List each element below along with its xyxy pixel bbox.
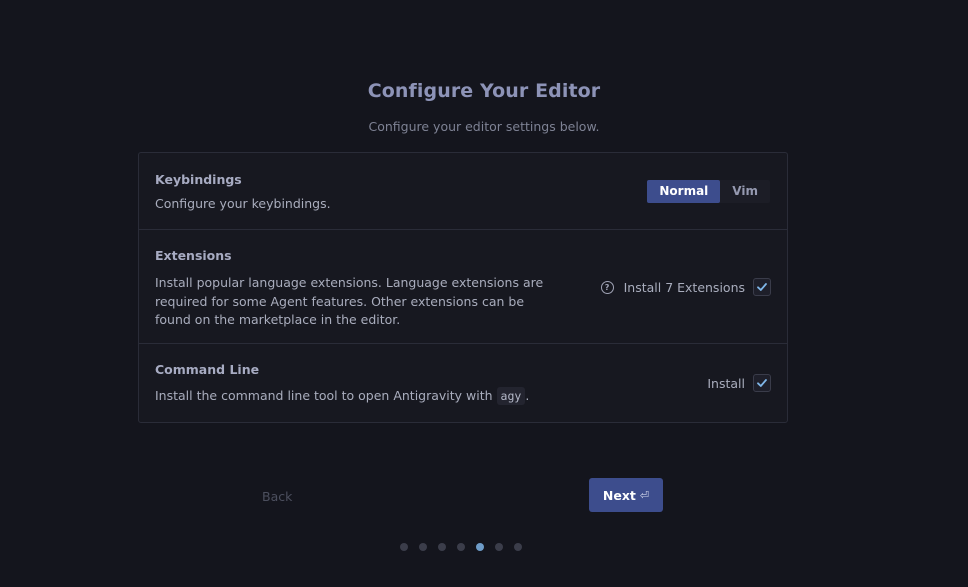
- step-dot[interactable]: [438, 543, 446, 551]
- next-button-label: Next: [602, 487, 636, 503]
- command-line-description: Install the command line tool to open An…: [155, 387, 529, 406]
- step-dot[interactable]: [476, 543, 484, 551]
- setup-page: Configure Your Editor Configure your edi…: [0, 0, 968, 587]
- step-indicator: [400, 543, 522, 551]
- command-line-description-suffix: .: [525, 388, 530, 403]
- checkmark-icon: [757, 283, 767, 291]
- command-line-option: Install: [707, 374, 771, 392]
- keybindings-toggle: Normal Vim: [647, 180, 770, 203]
- settings-card: Keybindings Configure your keybindings. …: [138, 152, 788, 423]
- extensions-row: Extensions Install popular language exte…: [139, 230, 787, 344]
- keybinding-option-normal[interactable]: Normal: [647, 180, 721, 203]
- extensions-option-label: Install 7 Extensions: [623, 279, 745, 295]
- extensions-description-line: Install popular language extensions. Lan…: [155, 275, 544, 290]
- command-code: agy: [496, 387, 526, 405]
- step-dot[interactable]: [495, 543, 503, 551]
- keybindings-row: Keybindings Configure your keybindings. …: [139, 153, 787, 230]
- extensions-description-line: found on the marketplace in the editor.: [155, 312, 401, 327]
- keybindings-title: Keybindings: [155, 172, 242, 187]
- command-line-option-label: Install: [707, 375, 745, 391]
- keybindings-description: Configure your keybindings.: [155, 196, 331, 211]
- step-dot[interactable]: [419, 543, 427, 551]
- extensions-title: Extensions: [155, 248, 232, 263]
- command-line-description-text: Install the command line tool to open An…: [155, 388, 493, 403]
- page-subtitle: Configure your editor settings below.: [368, 119, 600, 134]
- enter-icon: ⏎: [639, 488, 650, 502]
- help-circle-icon[interactable]: ?: [600, 280, 614, 294]
- keybinding-option-vim[interactable]: Vim: [720, 180, 770, 203]
- command-line-row: Command Line Install the command line to…: [139, 344, 787, 422]
- checkmark-icon: [757, 379, 767, 387]
- page-title: Configure Your Editor: [367, 80, 601, 102]
- extensions-option: ? Install 7 Extensions: [600, 278, 771, 296]
- step-dot[interactable]: [514, 543, 522, 551]
- command-line-checkbox[interactable]: [753, 374, 771, 392]
- extensions-checkbox[interactable]: [753, 278, 771, 296]
- step-dot[interactable]: [457, 543, 465, 551]
- step-dot[interactable]: [400, 543, 408, 551]
- command-line-title: Command Line: [155, 362, 260, 377]
- extensions-description: Install popular language extensions. Lan…: [155, 274, 543, 330]
- extensions-description-line: required for some Agent features. Other …: [155, 293, 525, 309]
- back-button[interactable]: Back: [262, 489, 292, 504]
- next-button[interactable]: Next ⏎: [589, 478, 663, 512]
